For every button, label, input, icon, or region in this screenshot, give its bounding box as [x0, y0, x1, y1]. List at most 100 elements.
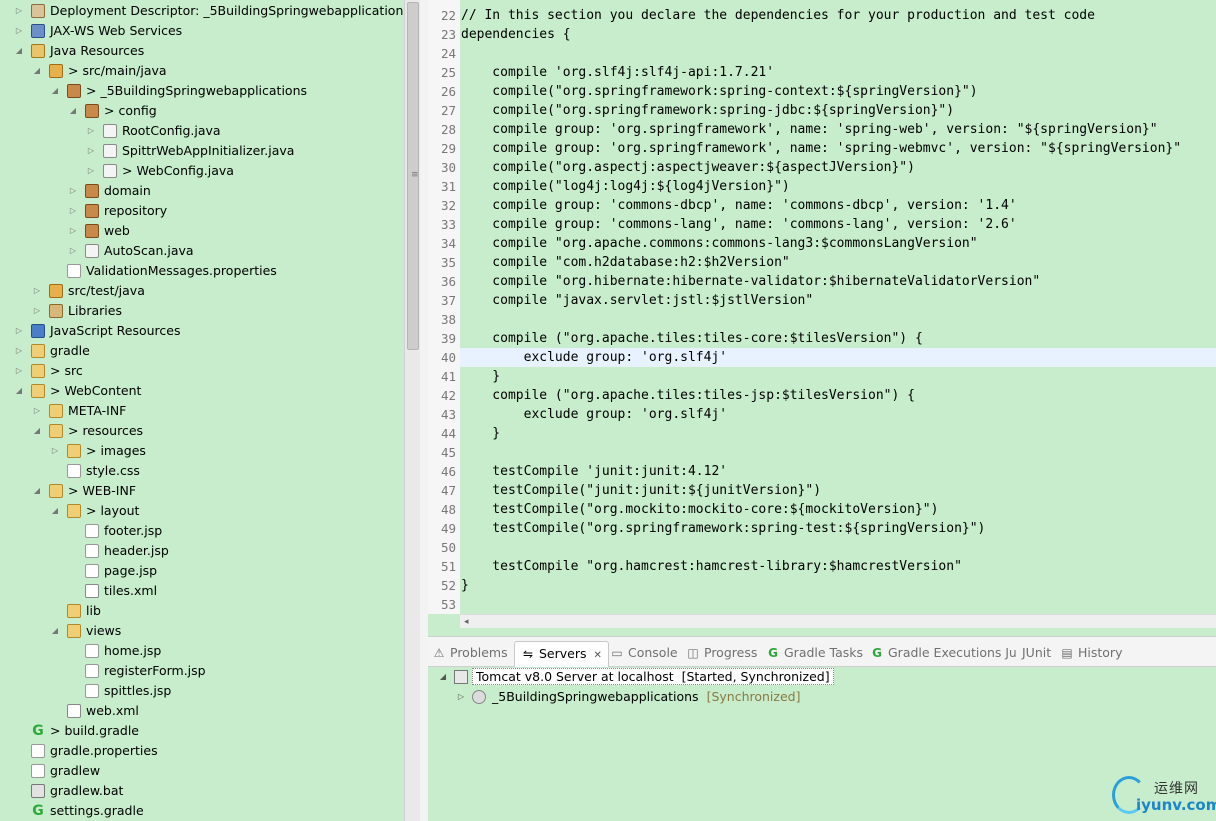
- tree-item[interactable]: ▷ Libraries: [0, 301, 404, 321]
- tree-item[interactable]: ▷ repository: [0, 201, 404, 221]
- expand-arrow-icon[interactable]: ▷: [32, 301, 42, 321]
- collapse-arrow-icon[interactable]: ◢: [50, 81, 60, 101]
- code-line[interactable]: 43 exclude group: 'org.slf4j': [441, 405, 1216, 424]
- code-text[interactable]: exclude group: 'org.slf4j': [461, 405, 728, 424]
- code-line[interactable]: 40 exclude group: 'org.slf4j': [441, 348, 1216, 367]
- code-line[interactable]: 39 compile ("org.apache.tiles:tiles-core…: [441, 329, 1216, 348]
- code-text[interactable]: compile group: 'commons-lang', name: 'co…: [461, 215, 1016, 234]
- tree-item[interactable]: ▷ > WebConfig.java: [0, 161, 404, 181]
- code-line[interactable]: 48 testCompile("org.mockito:mockito-core…: [441, 500, 1216, 519]
- tab-history[interactable]: ▤ History: [1060, 641, 1122, 667]
- code-line[interactable]: 46 testCompile 'junit:junit:4.12': [441, 462, 1216, 481]
- server-row[interactable]: ◢ Tomcat v8.0 Server at localhost [Start…: [428, 667, 1216, 687]
- tab-console[interactable]: ▭ Console: [610, 641, 677, 667]
- code-text[interactable]: compile 'org.slf4j:slf4j-api:1.7.21': [461, 63, 774, 82]
- expand-arrow-icon[interactable]: ▷: [50, 441, 60, 461]
- tree-item[interactable]: ◢ views: [0, 621, 404, 641]
- tree-item[interactable]: ◢ > WEB-INF: [0, 481, 404, 501]
- code-line[interactable]: 37 compile "javax.servlet:jstl:$jstlVers…: [441, 291, 1216, 310]
- close-icon[interactable]: ✕: [594, 650, 602, 661]
- collapse-arrow-icon[interactable]: ◢: [14, 41, 24, 61]
- tree-item[interactable]: header.jsp: [0, 541, 404, 561]
- tree-item[interactable]: G > build.gradle: [0, 721, 404, 741]
- tree-item[interactable]: style.css: [0, 461, 404, 481]
- collapse-arrow-icon[interactable]: ◢: [68, 101, 78, 121]
- expand-arrow-icon[interactable]: ▷: [32, 281, 42, 301]
- tree-item[interactable]: ◢ > _5BuildingSpringwebapplications: [0, 81, 404, 101]
- expand-arrow-icon[interactable]: ▷: [68, 181, 78, 201]
- code-line[interactable]: 34 compile "org.apache.commons:commons-l…: [441, 234, 1216, 253]
- code-line[interactable]: 47 testCompile("junit:junit:${junitVersi…: [441, 481, 1216, 500]
- tree-item[interactable]: ▷ > src: [0, 361, 404, 381]
- tree-item[interactable]: web.xml: [0, 701, 404, 721]
- code-text[interactable]: compile group: 'org.springframework', na…: [461, 139, 1181, 158]
- code-text[interactable]: testCompile "org.hamcrest:hamcrest-libra…: [461, 557, 962, 576]
- tree-item[interactable]: ▷ > images: [0, 441, 404, 461]
- tab-problems[interactable]: ⚠ Problems: [432, 641, 508, 667]
- tab-gradle-executions[interactable]: G Gradle Executions: [870, 641, 1001, 667]
- code-text[interactable]: compile("org.springframework:spring-jdbc…: [461, 101, 954, 120]
- tree-item[interactable]: page.jsp: [0, 561, 404, 581]
- code-text[interactable]: compile group: 'org.springframework', na…: [461, 120, 1157, 139]
- tree-item[interactable]: lib: [0, 601, 404, 621]
- code-line[interactable]: 52}: [441, 576, 1216, 595]
- code-text[interactable]: compile "javax.servlet:jstl:$jstlVersion…: [461, 291, 813, 310]
- code-line[interactable]: 28 compile group: 'org.springframework',…: [441, 120, 1216, 139]
- tree-item[interactable]: ◢ > config: [0, 101, 404, 121]
- code-line[interactable]: 41 }: [441, 367, 1216, 386]
- code-text[interactable]: dependencies {: [461, 25, 571, 44]
- code-line[interactable]: 44 }: [441, 424, 1216, 443]
- tree-item[interactable]: ▷ JAX-WS Web Services: [0, 21, 404, 41]
- code-line[interactable]: 50: [441, 538, 1216, 557]
- code-text[interactable]: compile "com.h2database:h2:$h2Version": [461, 253, 789, 272]
- code-line[interactable]: 23 dependencies {: [441, 25, 1216, 44]
- code-line[interactable]: 31 compile("log4j:log4j:${log4jVersion}"…: [441, 177, 1216, 196]
- code-line[interactable]: 33 compile group: 'commons-lang', name: …: [441, 215, 1216, 234]
- tree-item[interactable]: registerForm.jsp: [0, 661, 404, 681]
- expand-arrow-icon[interactable]: ▷: [14, 321, 24, 341]
- collapse-arrow-icon[interactable]: ◢: [32, 61, 42, 81]
- code-text[interactable]: compile ("org.apache.tiles:tiles-core:$t…: [461, 329, 922, 348]
- tree-item[interactable]: home.jsp: [0, 641, 404, 661]
- code-text[interactable]: compile("log4j:log4j:${log4jVersion}"): [461, 177, 789, 196]
- code-text[interactable]: compile("org.aspectj:aspectjweaver:${asp…: [461, 158, 915, 177]
- code-line[interactable]: 53: [441, 595, 1216, 614]
- code-text[interactable]: testCompile("junit:junit:${junitVersion}…: [461, 481, 821, 500]
- code-line[interactable]: 30 compile("org.aspectj:aspectjweaver:${…: [441, 158, 1216, 177]
- expand-arrow-icon[interactable]: ▷: [14, 1, 24, 21]
- server-selection[interactable]: Tomcat v8.0 Server at localhost [Started…: [472, 668, 834, 685]
- tab-servers[interactable]: ⇋ Servers ✕: [514, 641, 609, 667]
- expand-arrow-icon[interactable]: ▷: [86, 121, 96, 141]
- tree-item[interactable]: ▷ META-INF: [0, 401, 404, 421]
- tree-item[interactable]: tiles.xml: [0, 581, 404, 601]
- collapse-arrow-icon[interactable]: ◢: [14, 381, 24, 401]
- tree-item[interactable]: ▷ domain: [0, 181, 404, 201]
- code-line[interactable]: 32 compile group: 'commons-dbcp', name: …: [441, 196, 1216, 215]
- tree-item[interactable]: ▷ SpittrWebAppInitializer.java: [0, 141, 404, 161]
- code-text[interactable]: testCompile("org.mockito:mockito-core:${…: [461, 500, 938, 519]
- code-text[interactable]: }: [461, 367, 500, 386]
- code-line[interactable]: 45: [441, 443, 1216, 462]
- code-text[interactable]: compile "org.apache.commons:commons-lang…: [461, 234, 977, 253]
- expand-arrow-icon[interactable]: ▷: [14, 341, 24, 361]
- expand-arrow-icon[interactable]: ▷: [14, 361, 24, 381]
- tree-item[interactable]: gradlew.bat: [0, 781, 404, 801]
- code-line[interactable]: 49 testCompile("org.springframework:spri…: [441, 519, 1216, 538]
- code-line[interactable]: 24: [441, 44, 1216, 63]
- tab-gradle-tasks[interactable]: G Gradle Tasks: [766, 641, 863, 667]
- tree-item[interactable]: ◢ > src/main/java: [0, 61, 404, 81]
- tree-item[interactable]: footer.jsp: [0, 521, 404, 541]
- code-line[interactable]: 25 compile 'org.slf4j:slf4j-api:1.7.21': [441, 63, 1216, 82]
- tree-item[interactable]: ▷ AutoScan.java: [0, 241, 404, 261]
- tree-item[interactable]: ▷ src/test/java: [0, 281, 404, 301]
- expand-arrow-icon[interactable]: ▷: [86, 141, 96, 161]
- tree-item[interactable]: ▷ web: [0, 221, 404, 241]
- code-line[interactable]: 26 compile("org.springframework:spring-c…: [441, 82, 1216, 101]
- tree-item[interactable]: gradle.properties: [0, 741, 404, 761]
- explorer-scroll-thumb[interactable]: ≡: [407, 2, 419, 350]
- tree-item[interactable]: ◢ > layout: [0, 501, 404, 521]
- expand-arrow-icon[interactable]: ▷: [32, 401, 42, 421]
- expand-arrow-icon[interactable]: ▷: [68, 201, 78, 221]
- code-text[interactable]: exclude group: 'org.slf4j': [461, 348, 728, 367]
- collapse-arrow-icon[interactable]: ◢: [50, 621, 60, 641]
